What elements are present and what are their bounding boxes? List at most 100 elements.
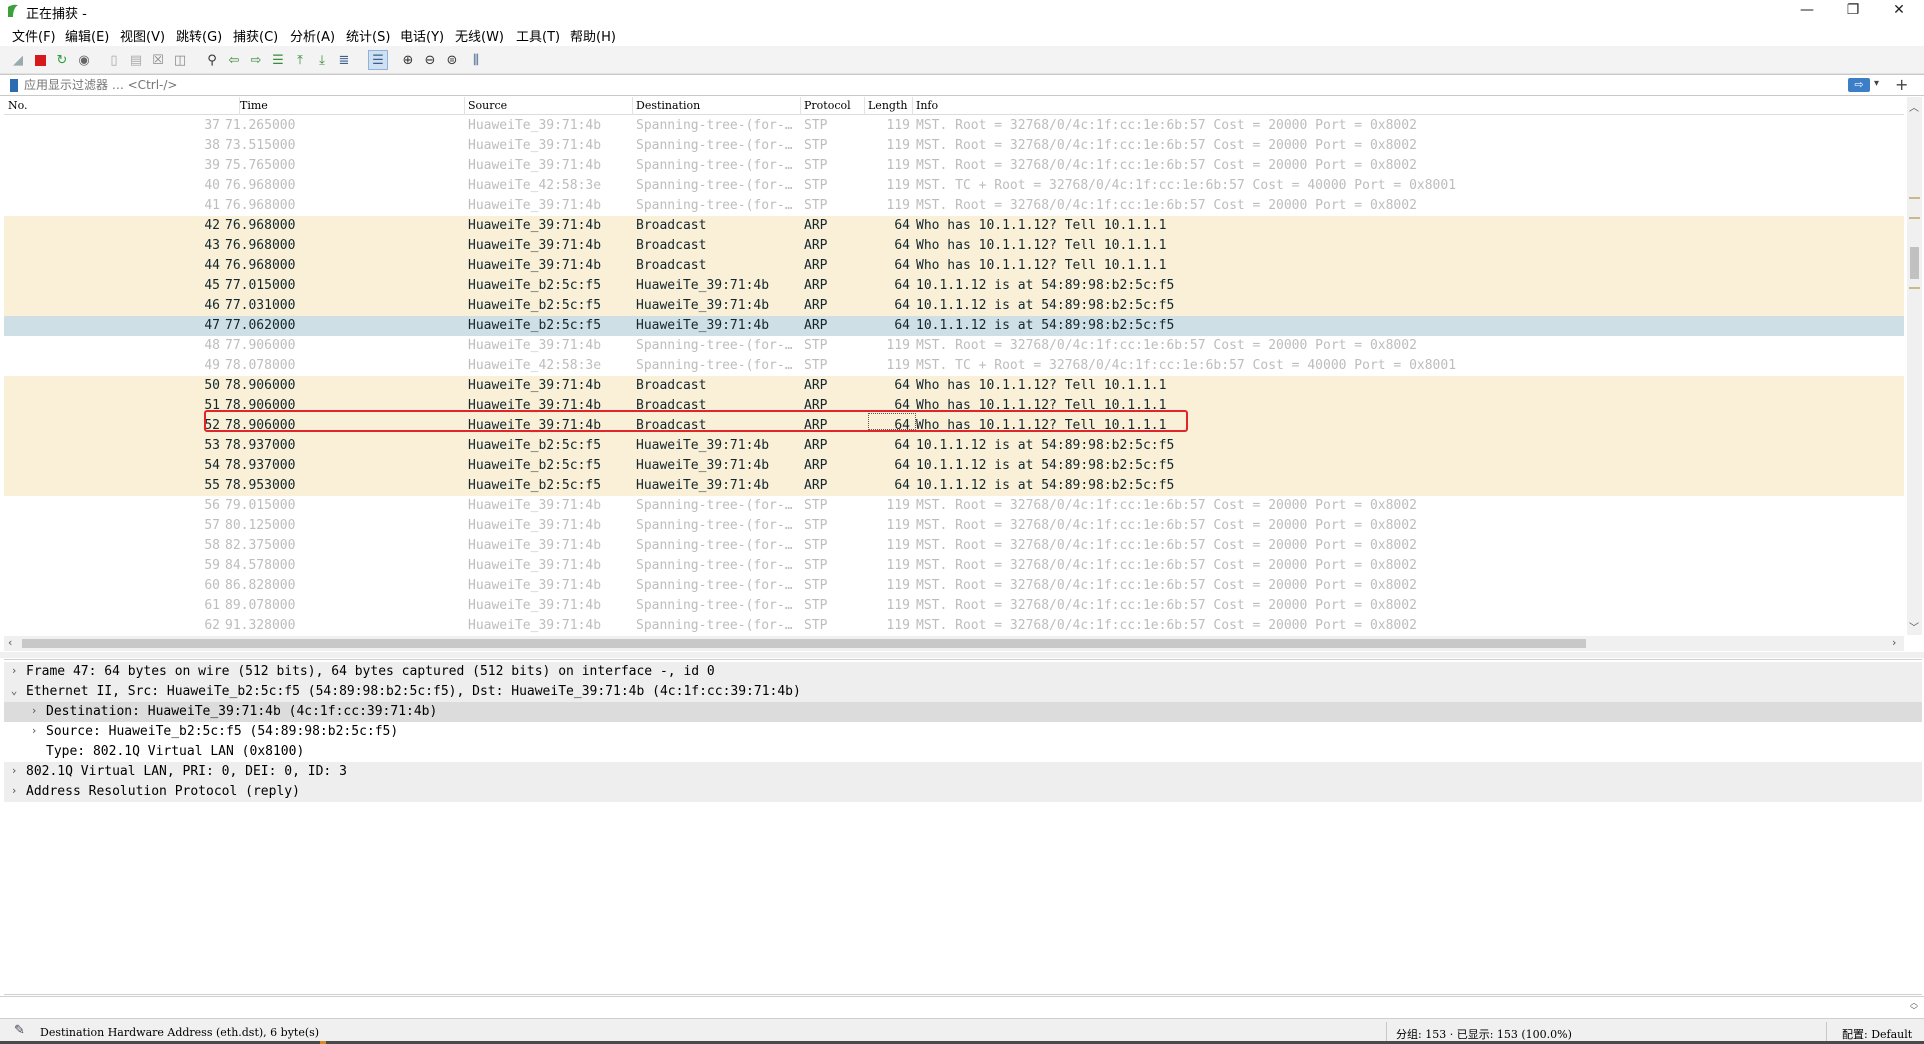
- column-header-no[interactable]: No.: [8, 99, 28, 112]
- horizontal-scroll-thumb[interactable]: [22, 639, 1586, 648]
- column-header-length[interactable]: Length: [868, 99, 907, 112]
- column-header-info[interactable]: Info: [916, 99, 938, 112]
- scroll-left-icon[interactable]: ‹: [8, 636, 12, 649]
- apply-filter-button[interactable]: ⇨: [1848, 78, 1870, 92]
- bookmark-icon[interactable]: [10, 79, 18, 92]
- menu-statistics[interactable]: 统计(S): [346, 26, 390, 45]
- vertical-scroll-thumb[interactable]: [1910, 247, 1919, 279]
- packet-list-horizontal-scrollbar[interactable]: ‹ ›: [4, 636, 1904, 651]
- status-profile[interactable]: 配置: Default: [1842, 1026, 1912, 1042]
- column-divider[interactable]: [864, 97, 865, 115]
- menu-wireless[interactable]: 无线(W): [455, 26, 504, 45]
- packet-row[interactable]: 50 78.906000 HuaweiTe_39:71:4b Broadcast ARP…: [4, 376, 1904, 396]
- minimize-button[interactable]: —: [1784, 0, 1830, 22]
- packet-list-vertical-scrollbar[interactable]: ︿ ﹀: [1907, 97, 1922, 635]
- resize-columns-icon[interactable]: ⫼: [466, 50, 486, 70]
- packet-row[interactable]: 38 73.515000 HuaweiTe_39:71:4b Spanning-tre…: [4, 136, 1904, 156]
- capture-options-icon[interactable]: ◉: [74, 50, 94, 70]
- packet-row[interactable]: 39 75.765000 HuaweiTe_39:71:4b Spanning-tre…: [4, 156, 1904, 176]
- filter-dropdown-icon[interactable]: ▾: [1874, 78, 1879, 89]
- detail-tree-item[interactable]: › Source: HuaweiTe_b2:5c:f5 (54:89:98:b2:…: [4, 722, 1922, 742]
- chevron-down-icon[interactable]: ⌄: [8, 684, 20, 697]
- menu-tools[interactable]: 工具(T): [516, 26, 560, 45]
- column-header-time[interactable]: Time: [240, 99, 268, 112]
- find-packet-icon[interactable]: ⚲: [202, 50, 222, 70]
- detail-tree-item[interactable]: › 802.1Q Virtual LAN, PRI: 0, DEI: 0, ID:…: [4, 762, 1922, 782]
- packet-row[interactable]: 41 76.968000 HuaweiTe_39:71:4b Spanning-tre…: [4, 196, 1904, 216]
- menu-go[interactable]: 跳转(G): [176, 26, 222, 45]
- auto-scroll-icon[interactable]: ≣: [334, 50, 354, 70]
- scroll-up-icon[interactable]: ︿: [1909, 99, 1919, 114]
- maximize-button[interactable]: ❐: [1830, 0, 1876, 22]
- column-divider[interactable]: [632, 97, 633, 115]
- packet-row[interactable]: 59 84.578000 HuaweiTe_39:71:4b Spanning-tre…: [4, 556, 1904, 576]
- pane-splitter[interactable]: [0, 652, 1924, 658]
- bytes-pane-scroll-icon[interactable]: ︿ ﹀: [1910, 999, 1918, 1015]
- packet-row[interactable]: 48 77.906000 HuaweiTe_39:71:4b Spanning-tre…: [4, 336, 1904, 356]
- reload-file-icon[interactable]: ◫: [170, 50, 190, 70]
- stop-capture-icon[interactable]: [30, 50, 50, 70]
- packet-row[interactable]: 44 76.968000 HuaweiTe_39:71:4b Broadcast ARP…: [4, 256, 1904, 276]
- packet-row[interactable]: 57 80.125000 HuaweiTe_39:71:4b Spanning-tre…: [4, 516, 1904, 536]
- detail-tree-item[interactable]: Type: 802.1Q Virtual LAN (0x8100): [4, 742, 1922, 762]
- packet-row[interactable]: 52 78.906000 HuaweiTe_39:71:4b Broadcast ARP…: [4, 416, 1904, 436]
- packet-row-selected[interactable]: 47 77.062000 HuaweiTe_b2:5c:f5 HuaweiTe_39:…: [4, 316, 1904, 336]
- detail-tree-item[interactable]: › Frame 47: 64 bytes on wire (512 bits), …: [4, 662, 1922, 682]
- chevron-right-icon[interactable]: ›: [8, 664, 20, 677]
- packet-row[interactable]: 53 78.937000 HuaweiTe_b2:5c:f5 HuaweiTe_39:…: [4, 436, 1904, 456]
- column-divider[interactable]: [912, 97, 913, 115]
- menu-file[interactable]: 文件(F): [12, 26, 56, 45]
- go-forward-icon[interactable]: ⇨: [246, 50, 266, 70]
- go-to-packet-icon[interactable]: ☰: [268, 50, 288, 70]
- column-header-protocol[interactable]: Protocol: [804, 99, 851, 112]
- menu-capture[interactable]: 捕获(C): [233, 26, 278, 45]
- close-button[interactable]: ✕: [1876, 0, 1922, 22]
- restart-capture-icon[interactable]: ↻: [52, 50, 72, 70]
- zoom-normal-icon[interactable]: ⊜: [442, 50, 462, 70]
- shark-fin-icon[interactable]: ◢: [8, 50, 28, 70]
- packet-row[interactable]: 62 91.328000 HuaweiTe_39:71:4b Spanning-tre…: [4, 616, 1904, 635]
- go-first-icon[interactable]: ⤒: [290, 50, 310, 70]
- chevron-right-icon[interactable]: ›: [28, 724, 40, 737]
- menu-analyze[interactable]: 分析(A): [290, 26, 335, 45]
- packet-row[interactable]: 51 78.906000 HuaweiTe_39:71:4b Broadcast ARP…: [4, 396, 1904, 416]
- menu-help[interactable]: 帮助(H): [570, 26, 616, 45]
- packet-row[interactable]: 56 79.015000 HuaweiTe_39:71:4b Spanning-tre…: [4, 496, 1904, 516]
- packet-row[interactable]: 61 89.078000 HuaweiTe_39:71:4b Spanning-tre…: [4, 596, 1904, 616]
- chevron-right-icon[interactable]: ›: [8, 764, 20, 777]
- scroll-right-icon[interactable]: ›: [1892, 636, 1896, 649]
- packet-row[interactable]: 42 76.968000 HuaweiTe_39:71:4b Broadcast ARP…: [4, 216, 1904, 236]
- close-file-icon[interactable]: ☒: [148, 50, 168, 70]
- add-filter-button[interactable]: +: [1895, 75, 1908, 94]
- packet-row[interactable]: 37 71.265000 HuaweiTe_39:71:4b Spanning-tre…: [4, 116, 1904, 136]
- expert-info-icon[interactable]: ✎: [14, 1023, 25, 1038]
- packet-row[interactable]: 58 82.375000 HuaweiTe_39:71:4b Spanning-tre…: [4, 536, 1904, 556]
- menu-view[interactable]: 视图(V): [120, 26, 165, 45]
- packet-row[interactable]: 40 76.968000 HuaweiTe_42:58:3e Spanning-tre…: [4, 176, 1904, 196]
- open-file-icon[interactable]: ▯: [104, 50, 124, 70]
- packet-row[interactable]: 60 86.828000 HuaweiTe_39:71:4b Spanning-tre…: [4, 576, 1904, 596]
- save-file-icon[interactable]: ▤: [126, 50, 146, 70]
- detail-tree-item[interactable]: ⌄ Ethernet II, Src: HuaweiTe_b2:5c:f5 (54…: [4, 682, 1922, 702]
- chevron-right-icon[interactable]: ›: [28, 704, 40, 717]
- menu-telephony[interactable]: 电话(Y): [400, 26, 444, 45]
- column-divider[interactable]: [464, 97, 465, 115]
- chevron-right-icon[interactable]: ›: [8, 784, 20, 797]
- column-divider[interactable]: [800, 97, 801, 115]
- column-header-source[interactable]: Source: [468, 99, 507, 112]
- packet-row[interactable]: 55 78.953000 HuaweiTe_b2:5c:f5 HuaweiTe_39:…: [4, 476, 1904, 496]
- detail-tree-item[interactable]: › Destination: HuaweiTe_39:71:4b (4c:1f:c…: [4, 702, 1922, 722]
- zoom-in-icon[interactable]: ⊕: [398, 50, 418, 70]
- column-header-destination[interactable]: Destination: [636, 99, 700, 112]
- display-filter-input[interactable]: [24, 76, 1844, 94]
- go-last-icon[interactable]: ⤓: [312, 50, 332, 70]
- zoom-out-icon[interactable]: ⊖: [420, 50, 440, 70]
- packet-row[interactable]: 49 78.078000 HuaweiTe_42:58:3e Spanning-tre…: [4, 356, 1904, 376]
- menu-edit[interactable]: 编辑(E): [65, 26, 109, 45]
- detail-tree-item[interactable]: › Address Resolution Protocol (reply): [4, 782, 1922, 802]
- go-back-icon[interactable]: ⇦: [224, 50, 244, 70]
- packet-row[interactable]: 45 77.015000 HuaweiTe_b2:5c:f5 HuaweiTe_39:…: [4, 276, 1904, 296]
- packet-row[interactable]: 54 78.937000 HuaweiTe_b2:5c:f5 HuaweiTe_39:…: [4, 456, 1904, 476]
- packet-row[interactable]: 43 76.968000 HuaweiTe_39:71:4b Broadcast ARP…: [4, 236, 1904, 256]
- colorize-icon[interactable]: ☰: [368, 50, 388, 70]
